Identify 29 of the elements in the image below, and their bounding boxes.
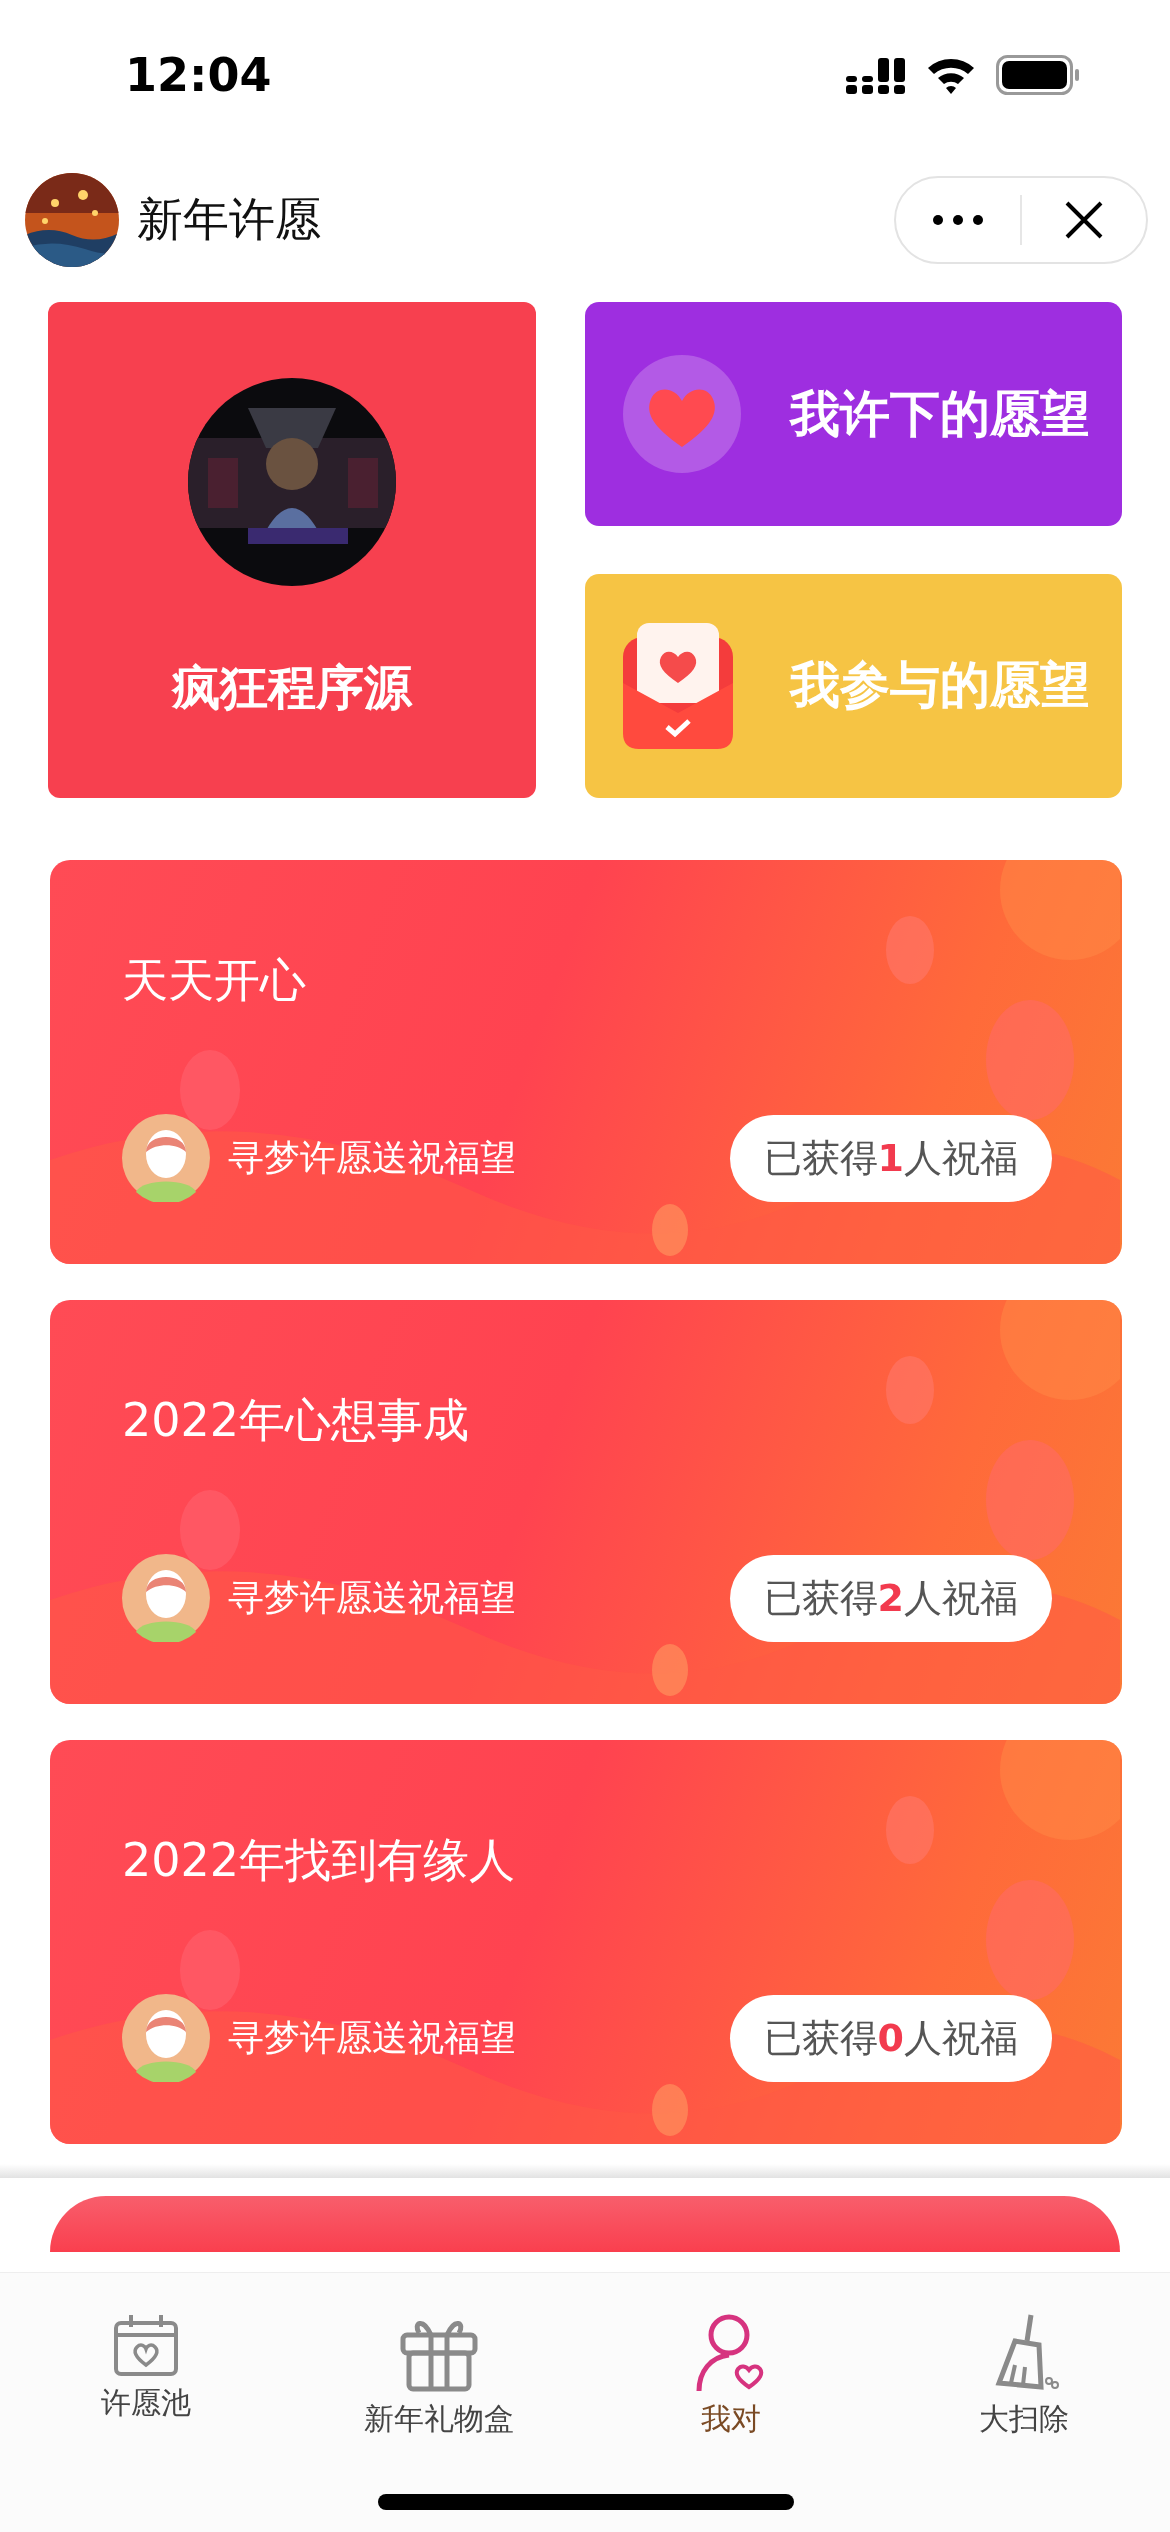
user-name: 疯狂程序源 xyxy=(172,658,412,717)
avatar-icon xyxy=(122,1114,210,1202)
battery-icon xyxy=(996,55,1080,95)
author-name: 寻梦许愿送祝福望 xyxy=(228,1135,516,1180)
blessing-count: 已获得1人祝福 xyxy=(729,1114,1052,1202)
envelope-heart-icon xyxy=(623,622,733,749)
tab-item[interactable]: 许愿池 xyxy=(0,2313,293,2443)
wifi-icon xyxy=(926,56,976,94)
signal-icon xyxy=(846,56,906,94)
avatar-icon xyxy=(122,1994,210,2082)
status-time: 12:04 xyxy=(125,48,272,102)
author-name: 寻梦许愿送祝福望 xyxy=(228,2015,516,2060)
blessing-count: 已获得0人祝福 xyxy=(729,1994,1052,2082)
author-name: 寻梦许愿送祝福望 xyxy=(228,1575,516,1620)
wish-card[interactable]: 天天开心 寻梦许愿送祝福望 已获得1人祝福 xyxy=(50,860,1122,1264)
blessing-count: 已获得2人祝福 xyxy=(729,1554,1052,1642)
wish-card[interactable]: 2022年心想事成 寻梦许愿送祝福望 已获得2人祝福 xyxy=(50,1300,1122,1704)
wish-card[interactable]: 2022年找到有缘人 寻梦许愿送祝福望 已获得0人祝福 xyxy=(50,1740,1122,2144)
avatar-icon xyxy=(122,1554,210,1642)
page-title: 新年许愿 xyxy=(137,191,321,248)
close-icon xyxy=(1064,200,1104,240)
tab-item[interactable]: 新年礼物盒 xyxy=(292,2313,585,2443)
tab-item[interactable]: 我对 xyxy=(585,2313,878,2443)
wish-title: 2022年找到有缘人 xyxy=(122,1832,516,1889)
wish-title: 2022年心想事成 xyxy=(122,1392,470,1449)
calendar-heart-icon xyxy=(113,2313,180,2377)
wish-title: 天天开心 xyxy=(122,952,306,1009)
tab-item[interactable]: 大扫除 xyxy=(877,2313,1170,2443)
wish-shortcut-button[interactable]: 我许下的愿望 xyxy=(585,302,1122,526)
